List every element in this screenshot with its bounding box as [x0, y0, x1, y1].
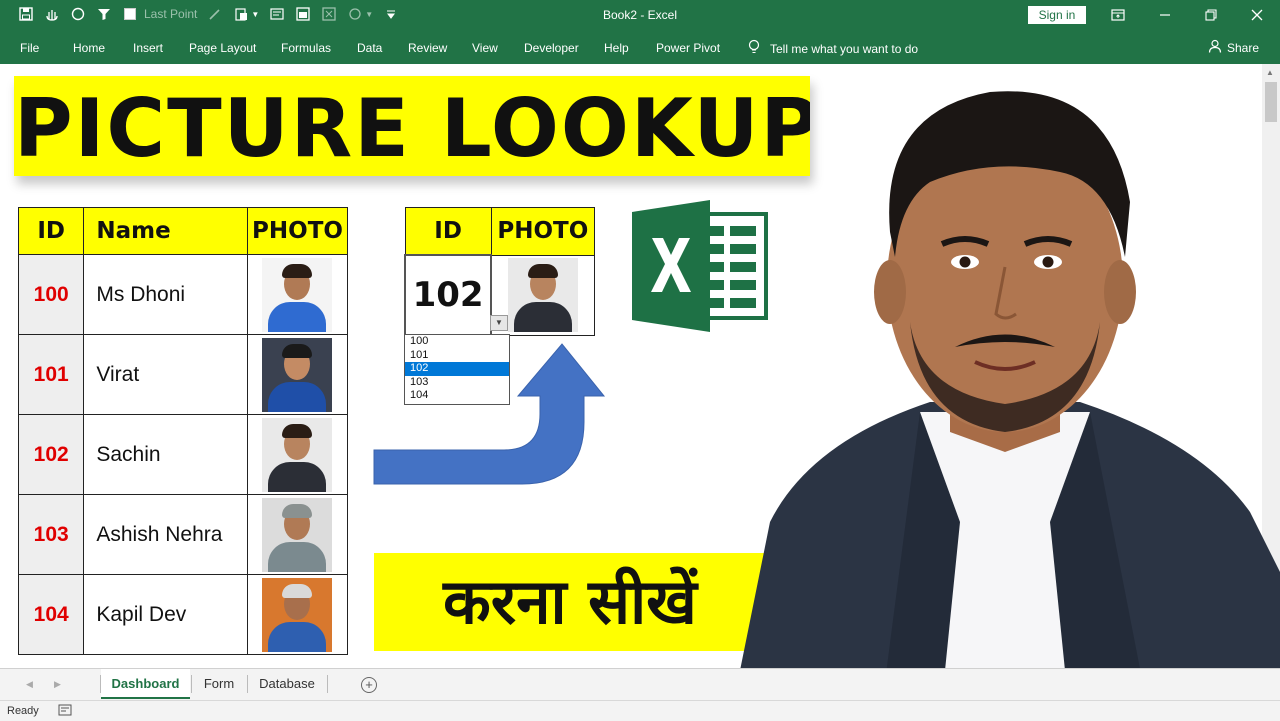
sheet-tab-database[interactable]: Database — [248, 669, 326, 699]
name-cell[interactable]: Virat — [83, 334, 248, 415]
sheet-tabs-bar: ◀ ▶ Dashboard Form Database + — [0, 668, 1280, 701]
tab-developer[interactable]: Developer — [524, 41, 579, 55]
id-cell[interactable]: 104 — [17, 574, 85, 655]
player-photo — [262, 577, 333, 652]
table-row: 103 Ashish Nehra — [17, 494, 349, 575]
photo-cell[interactable] — [246, 414, 349, 495]
lookup-photo — [508, 258, 579, 332]
presenter-photo — [730, 91, 1280, 720]
header-name[interactable]: Name — [83, 207, 248, 255]
tab-power-pivot[interactable]: Power Pivot — [656, 41, 720, 55]
photo-cell[interactable] — [246, 574, 349, 655]
sign-in-button[interactable]: Sign in — [1028, 6, 1086, 24]
table-row: 104 Kapil Dev — [17, 574, 349, 655]
banner-title: PICTURE LOOKUP — [14, 82, 810, 175]
minimize-icon[interactable] — [1155, 5, 1175, 25]
close-icon[interactable] — [1247, 5, 1267, 25]
tab-file[interactable]: File — [20, 41, 39, 55]
lookup-header-id[interactable]: ID — [404, 207, 492, 256]
tab-page-layout[interactable]: Page Layout — [189, 41, 256, 55]
id-cell[interactable]: 100 — [17, 254, 85, 335]
hindi-banner-text: करना सीखें — [443, 565, 697, 638]
tab-help[interactable]: Help — [604, 41, 629, 55]
tab-divider — [327, 675, 328, 693]
restore-icon[interactable] — [1201, 5, 1221, 25]
id-cell[interactable]: 103 — [17, 494, 85, 575]
sheet-tab-dashboard[interactable]: Dashboard — [101, 669, 190, 699]
lookup-id-cell[interactable]: 102 — [403, 254, 493, 336]
status-text: Ready — [7, 705, 39, 717]
tab-insert[interactable]: Insert — [133, 41, 163, 55]
tab-data[interactable]: Data — [357, 41, 382, 55]
window-title: Book2 - Excel — [602, 8, 678, 22]
photo-cell[interactable] — [246, 334, 349, 415]
name-cell[interactable]: Ashish Nehra — [83, 494, 248, 575]
header-photo[interactable]: PHOTO — [246, 207, 349, 255]
player-photo — [262, 257, 333, 332]
add-sheet-icon[interactable]: + — [361, 677, 377, 693]
tab-review[interactable]: Review — [408, 41, 447, 55]
player-photo — [262, 497, 333, 572]
name-cell[interactable]: Ms Dhoni — [83, 254, 248, 335]
scroll-tabs-right-icon[interactable]: ▶ — [54, 679, 61, 690]
dropdown-arrow-button[interactable]: ▼ — [490, 315, 508, 331]
ribbon-display-options-icon[interactable] — [1108, 5, 1128, 25]
player-photo — [262, 337, 333, 412]
players-table: ID Name PHOTO 100 Ms Dhoni 101 Virat 102… — [17, 207, 349, 655]
scroll-tabs-left-icon[interactable]: ◀ — [26, 679, 33, 690]
name-cell[interactable]: Sachin — [83, 414, 248, 495]
tab-home[interactable]: Home — [73, 41, 105, 55]
title-banner: PICTURE LOOKUP — [14, 76, 810, 176]
table-row: 101 Virat — [17, 334, 349, 415]
tab-formulas[interactable]: Formulas — [281, 41, 331, 55]
title-bar: Last Point ▼ ▼ Book2 - Excel Sign in — [0, 0, 1280, 32]
name-cell[interactable]: Kapil Dev — [83, 574, 248, 655]
hindi-banner: करना सीखें — [374, 553, 766, 651]
id-cell[interactable]: 101 — [17, 334, 85, 415]
photo-cell[interactable] — [246, 494, 349, 575]
header-id[interactable]: ID — [17, 207, 85, 255]
curved-arrow-icon — [373, 343, 606, 485]
status-bar: Ready — [0, 700, 1280, 721]
table-row: 100 Ms Dhoni — [17, 254, 349, 335]
tab-view[interactable]: View — [472, 41, 498, 55]
lookup-header-photo[interactable]: PHOTO — [490, 207, 596, 256]
macro-record-icon[interactable] — [58, 704, 72, 719]
id-cell[interactable]: 102 — [17, 414, 85, 495]
photo-cell[interactable] — [246, 254, 349, 335]
table-row: 102 Sachin — [17, 414, 349, 495]
player-photo — [262, 417, 333, 492]
sheet-tab-form[interactable]: Form — [192, 669, 246, 699]
